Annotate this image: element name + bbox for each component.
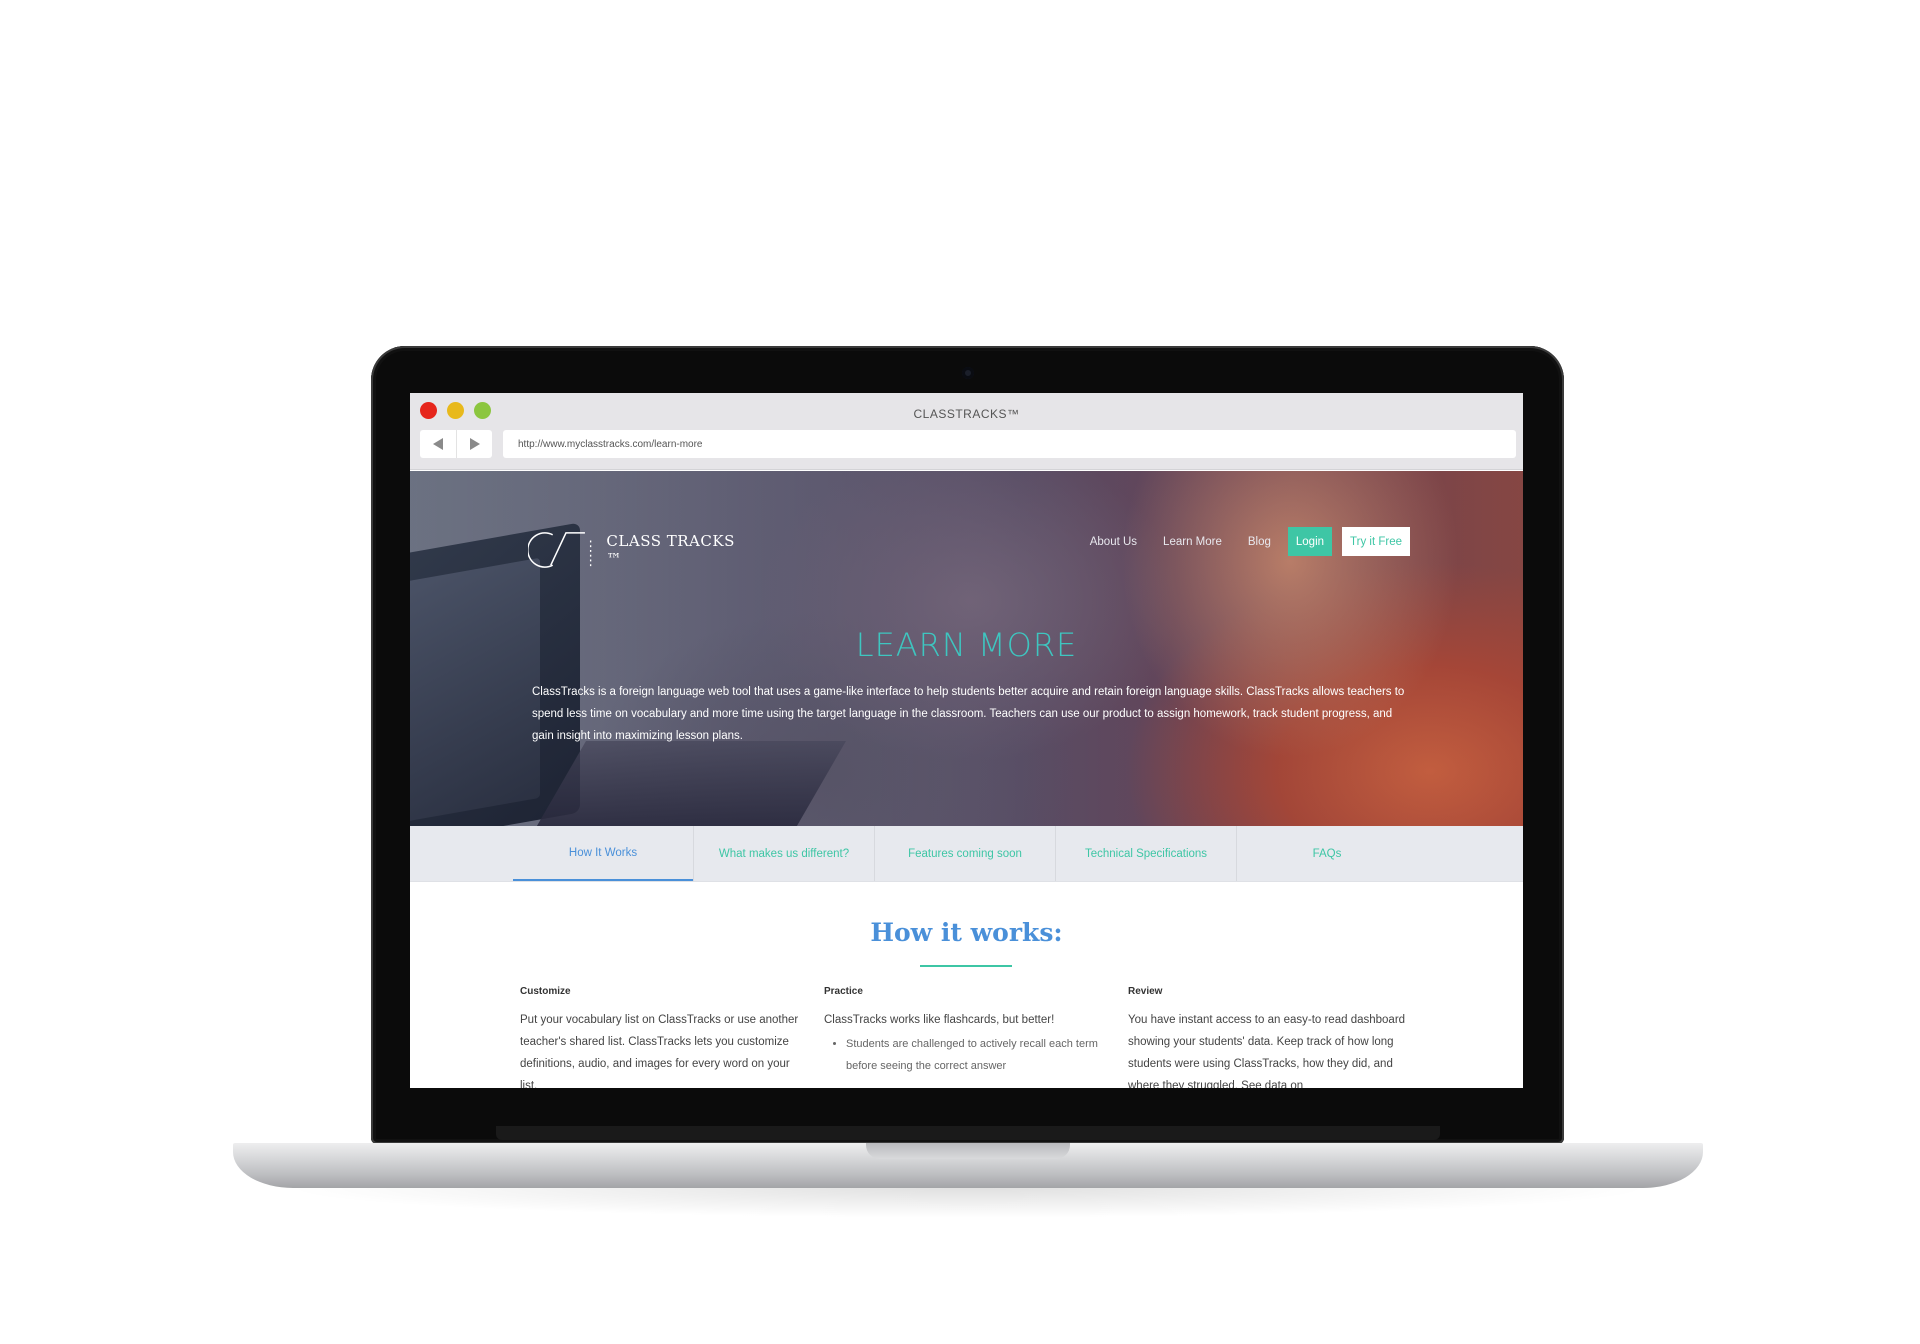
back-arrow-icon <box>433 438 443 450</box>
top-nav: About Us Learn More Blog Login Try it Fr… <box>1064 527 1410 556</box>
column-text: Put your vocabulary list on ClassTracks … <box>520 1014 799 1088</box>
column-heading: Review <box>1128 986 1163 997</box>
column-customize: Customize Put your vocabulary list on Cl… <box>520 983 806 1088</box>
column-review: Review You have instant access to an eas… <box>1128 983 1414 1088</box>
nav-about-us[interactable]: About Us <box>1090 536 1137 548</box>
tab-technical-specifications[interactable]: Technical Specifications <box>1056 826 1236 881</box>
site-logo[interactable]: CLASS TRACKS ™ <box>528 526 748 574</box>
column-text: ClassTracks works like flashcards, but b… <box>824 1014 1055 1026</box>
column-heading: Customize <box>520 986 571 997</box>
nav-blog[interactable]: Blog <box>1248 536 1271 548</box>
column-text: You have instant access to an easy-to re… <box>1128 1014 1406 1088</box>
forward-arrow-icon <box>470 438 480 450</box>
camera-icon <box>962 367 974 379</box>
tab-what-makes-us-different[interactable]: What makes us different? <box>694 826 874 881</box>
login-button[interactable]: Login <box>1287 527 1333 556</box>
address-bar[interactable] <box>503 430 1516 458</box>
column-practice: Practice ClassTracks works like flashcar… <box>824 983 1110 1077</box>
browser-toolbar: CLASSTRACKS™ <box>410 393 1523 470</box>
hero-title: LEARN MORE <box>855 626 1078 664</box>
list-item: Students are challenged to actively reca… <box>846 1033 1110 1077</box>
hero-photo-keyboard <box>534 741 846 826</box>
section-title: How it works: <box>870 918 1063 947</box>
hero-description: ClassTracks is a foreign language web to… <box>532 686 1405 742</box>
back-button[interactable] <box>420 430 456 458</box>
hero-banner: CLASS TRACKS ™ About Us Learn More Blog … <box>410 471 1523 826</box>
history-buttons <box>420 430 492 458</box>
nav-learn-more[interactable]: Learn More <box>1163 536 1222 548</box>
bullet-list: Students are challenged to actively reca… <box>824 1033 1110 1077</box>
forward-button[interactable] <box>456 430 493 458</box>
brand-name: CLASS TRACKS ™ <box>606 532 735 568</box>
title-underline <box>920 965 1012 967</box>
tab-how-it-works[interactable]: How It Works <box>513 826 693 881</box>
classtracks-logo-icon <box>528 532 592 569</box>
laptop-hinge <box>496 1126 1440 1140</box>
column-heading: Practice <box>824 986 863 997</box>
tab-faqs[interactable]: FAQs <box>1237 826 1417 881</box>
screen: CLASSTRACKS™ CLASS TRACKS ™ About Us Lea… <box>410 393 1523 1088</box>
laptop-notch <box>866 1143 1070 1159</box>
laptop-shadow <box>280 1188 1656 1218</box>
section-tabs: How It Works What makes us different? Fe… <box>410 826 1523 882</box>
window-title: CLASSTRACKS™ <box>913 407 1020 421</box>
tab-features-coming-soon[interactable]: Features coming soon <box>875 826 1055 881</box>
hero-photo-screen <box>410 557 540 825</box>
try-free-button[interactable]: Try it Free <box>1342 527 1410 556</box>
